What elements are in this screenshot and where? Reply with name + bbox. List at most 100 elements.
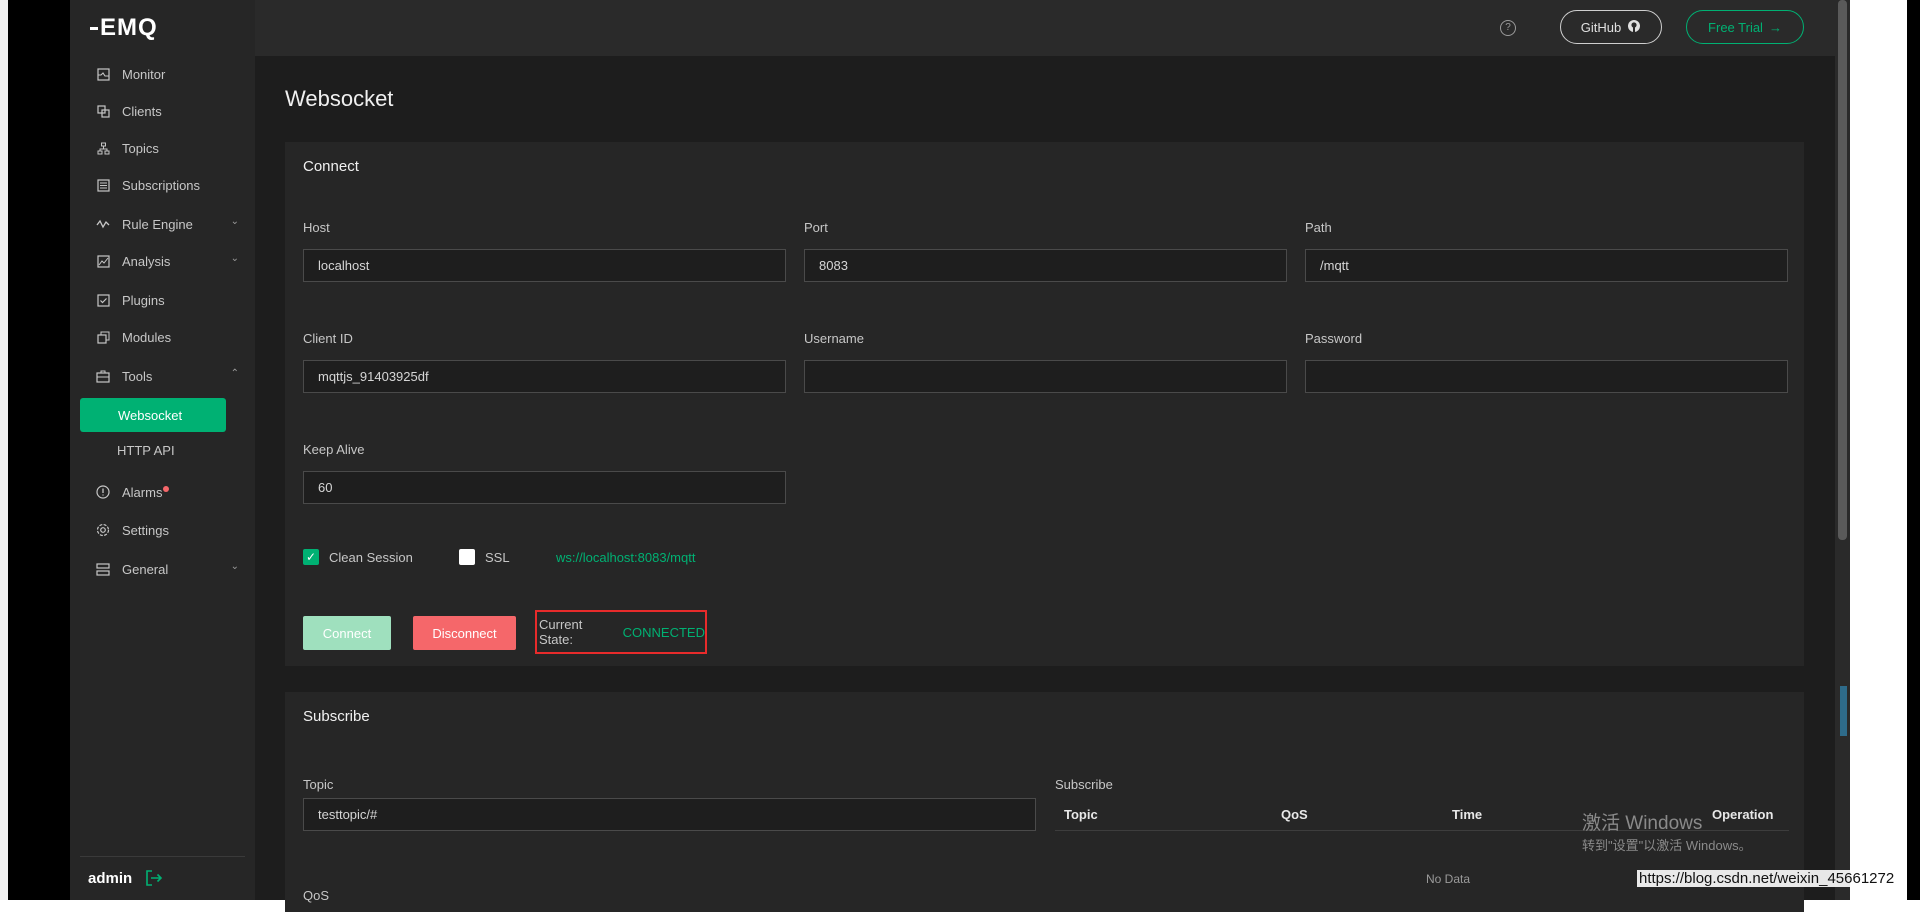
sidebar-item-general[interactable]: General ⌄: [96, 559, 239, 579]
port-input[interactable]: 8083: [804, 249, 1287, 282]
ssl-checkbox[interactable]: [459, 549, 475, 565]
alarm-badge: [163, 486, 170, 492]
left-border: [8, 0, 70, 900]
sidebar-item-label: Tools: [122, 368, 153, 384]
right-margin: [1850, 0, 1910, 900]
sidebar-item-subscriptions[interactable]: Subscriptions: [96, 175, 236, 195]
github-icon: [1627, 19, 1641, 36]
subscribe-card: Subscribe Topic testtopic/# QoS Subscrib…: [285, 692, 1804, 912]
chevron-down-icon: ⌄: [230, 561, 239, 572]
password-label: Password: [1305, 331, 1363, 346]
modules-icon: [96, 330, 110, 344]
connect-button[interactable]: Connect: [303, 616, 391, 650]
clients-icon: [96, 104, 110, 118]
vertical-scrollbar[interactable]: [1835, 0, 1850, 900]
current-state: Current State: CONNECTED: [535, 610, 707, 654]
client-id-label: Client ID: [303, 331, 353, 346]
main-content: Websocket Connect Host localhost Port 80…: [255, 56, 1835, 912]
sidebar-item-modules[interactable]: Modules: [96, 327, 236, 347]
keepalive-input[interactable]: 60: [303, 471, 786, 504]
chevron-up-icon: ⌃: [230, 368, 239, 379]
subscriptions-icon: [96, 178, 110, 192]
sidebar-item-label: Modules: [122, 329, 172, 345]
monitor-icon: [96, 67, 110, 81]
sidebar-item-topics[interactable]: Topics: [96, 138, 236, 158]
connect-card: Connect Host localhost Port 8083 Path /m…: [285, 142, 1804, 666]
sidebar-item-label: Plugins: [122, 292, 165, 308]
sidebar-item-label: Monitor: [122, 66, 166, 82]
emq-logo[interactable]: EMQ: [90, 14, 158, 42]
keepalive-label: Keep Alive: [303, 442, 365, 457]
sidebar-item-alarms[interactable]: Alarms: [96, 482, 236, 502]
column-qos: QoS: [1281, 806, 1308, 822]
sidebar-item-label: Rule Engine: [122, 216, 193, 232]
topic-label: Topic: [303, 777, 334, 792]
sidebar: EMQ Monitor Clients Topics Subscriptions…: [70, 0, 255, 900]
state-value: CONNECTED: [622, 624, 705, 640]
ssl-label: SSL: [485, 550, 510, 565]
sidebar-item-label: Topics: [122, 140, 159, 156]
port-label: Port: [804, 220, 828, 235]
sidebar-item-websocket[interactable]: Websocket: [80, 398, 226, 432]
outer-scrollbar-thumb[interactable]: [1840, 686, 1847, 736]
clean-session-label: Clean Session: [329, 550, 413, 565]
topics-icon: [96, 141, 110, 155]
page-title: Websocket: [285, 86, 394, 111]
left-margin: [0, 0, 8, 900]
github-button[interactable]: GitHub: [1560, 10, 1662, 44]
chevron-down-icon: ⌄: [230, 253, 239, 264]
state-label: Current State:: [539, 617, 583, 647]
disconnect-button[interactable]: Disconnect: [413, 616, 516, 650]
path-label: Path: [1305, 220, 1332, 235]
general-icon: [96, 562, 110, 576]
sidebar-item-http-api[interactable]: HTTP API: [117, 443, 175, 458]
username-label: Username: [804, 331, 864, 346]
alarms-icon: [96, 485, 110, 499]
subscribe-title: Subscribe: [303, 708, 370, 725]
logout-icon[interactable]: [145, 869, 163, 892]
sidebar-item-settings[interactable]: Settings: [96, 520, 236, 540]
username: admin: [88, 870, 133, 887]
column-time: Time: [1452, 806, 1483, 822]
ws-url: ws://localhost:8083/mqtt: [556, 550, 696, 565]
tools-icon: [96, 369, 110, 383]
settings-icon: [96, 523, 110, 537]
sidebar-item-label: General: [122, 561, 169, 577]
client-id-input[interactable]: mqttjs_91403925df: [303, 360, 786, 393]
path-input[interactable]: /mqtt: [1305, 249, 1788, 282]
clean-session-checkbox[interactable]: ✓: [303, 549, 319, 565]
sidebar-item-analysis[interactable]: Analysis ⌄: [96, 251, 239, 271]
windows-watermark-sub: 转到"设置"以激活 Windows。: [1582, 838, 1752, 853]
password-input[interactable]: [1305, 360, 1788, 393]
sidebar-item-tools[interactable]: Tools ⌃: [96, 366, 239, 386]
right-border: [1907, 0, 1920, 900]
host-input[interactable]: localhost: [303, 249, 786, 282]
analysis-icon: [96, 254, 110, 268]
no-data: No Data: [1426, 872, 1471, 886]
plugins-icon: [96, 293, 110, 307]
free-trial-button[interactable]: Free Trial →: [1686, 10, 1804, 44]
username-input[interactable]: [804, 360, 1287, 393]
top-bar: ? GitHub Free Trial →: [255, 0, 1835, 56]
chevron-down-icon: ⌄: [230, 216, 239, 227]
arrow-right-icon: →: [1768, 19, 1782, 35]
sidebar-item-plugins[interactable]: Plugins: [96, 290, 236, 310]
windows-watermark: 激活 Windows: [1582, 813, 1703, 834]
rule-engine-icon: [96, 217, 110, 231]
scrollbar-thumb[interactable]: [1838, 0, 1847, 540]
sidebar-item-label: Clients: [122, 103, 162, 119]
sidebar-item-monitor[interactable]: Monitor: [96, 64, 236, 84]
column-operation: Operation: [1712, 806, 1774, 822]
help-icon[interactable]: ?: [1500, 20, 1516, 36]
qos-label: QoS: [303, 888, 330, 903]
sidebar-item-label: Analysis: [122, 253, 171, 269]
sidebar-item-label: Subscriptions: [122, 177, 201, 193]
connect-title: Connect: [303, 158, 359, 175]
host-label: Host: [303, 220, 330, 235]
subscribe-table-title: Subscribe: [1055, 777, 1113, 792]
sidebar-item-label: Alarms: [122, 484, 163, 500]
sidebar-item-rule-engine[interactable]: Rule Engine ⌄: [96, 214, 239, 234]
sidebar-item-label: Settings: [122, 522, 169, 538]
sidebar-item-clients[interactable]: Clients: [96, 101, 236, 121]
topic-input[interactable]: testtopic/#: [303, 798, 1036, 831]
